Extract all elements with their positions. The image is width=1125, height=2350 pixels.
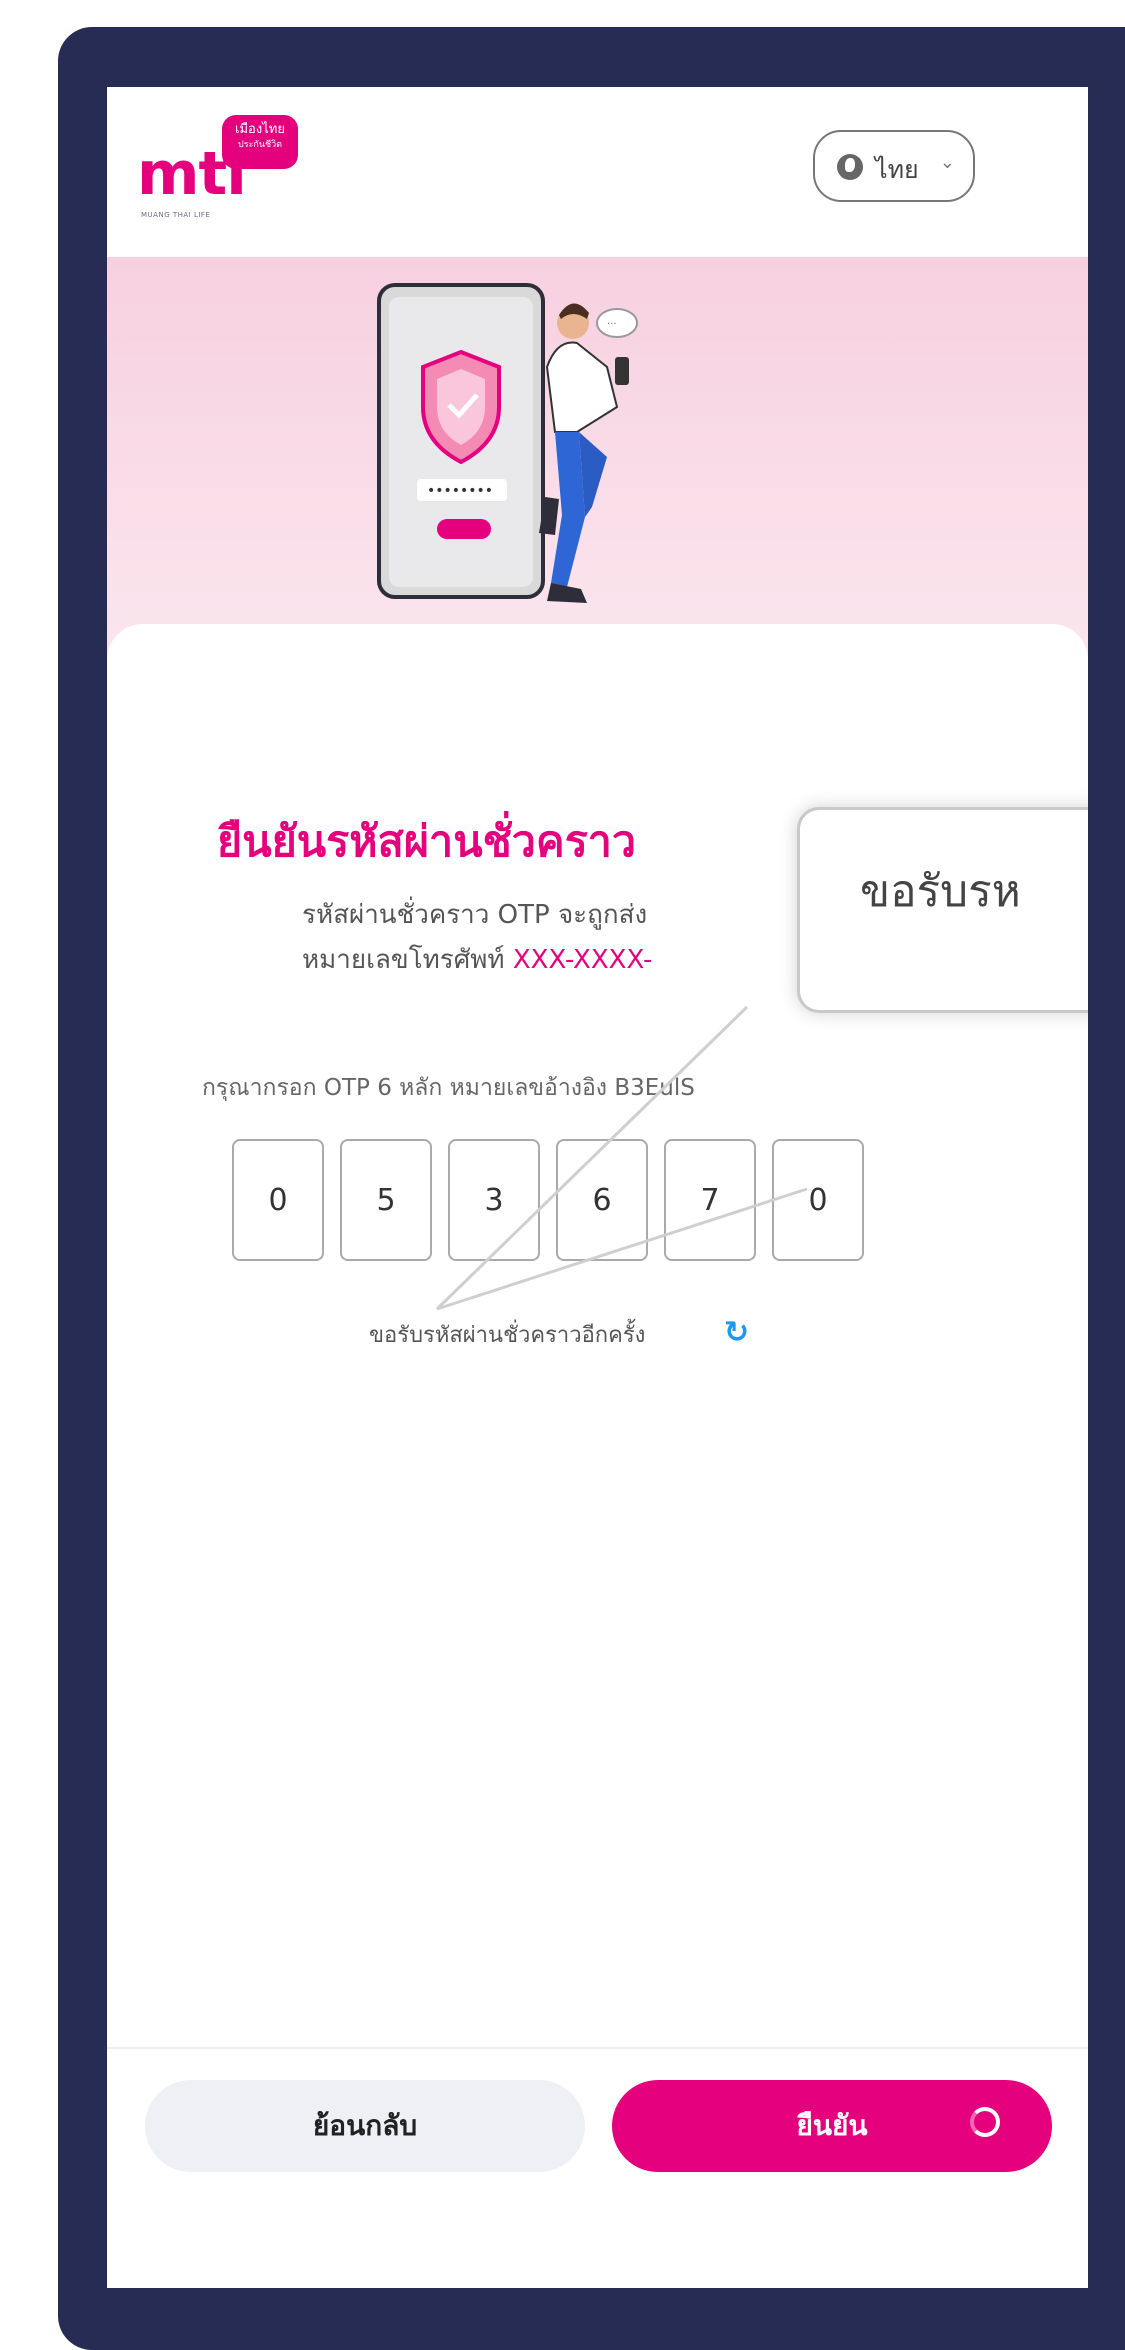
confirm-label: ยืนยัน: [796, 2109, 868, 2142]
footer-divider: [107, 2047, 1088, 2049]
app-screen: mtl เมืองไทย ประกันชีวิต MUANG THAI LIFE…: [107, 87, 1088, 2288]
loading-spinner-icon: [970, 2107, 1000, 2137]
tooltip-callout: ขอรับรห: [797, 807, 1088, 1013]
confirm-button[interactable]: ยืนยัน: [612, 2080, 1052, 2172]
back-button[interactable]: ย้อนกลับ: [145, 2080, 585, 2172]
tooltip-text: ขอรับรห: [860, 866, 1021, 917]
tooltip-pointer: [435, 1005, 808, 1311]
